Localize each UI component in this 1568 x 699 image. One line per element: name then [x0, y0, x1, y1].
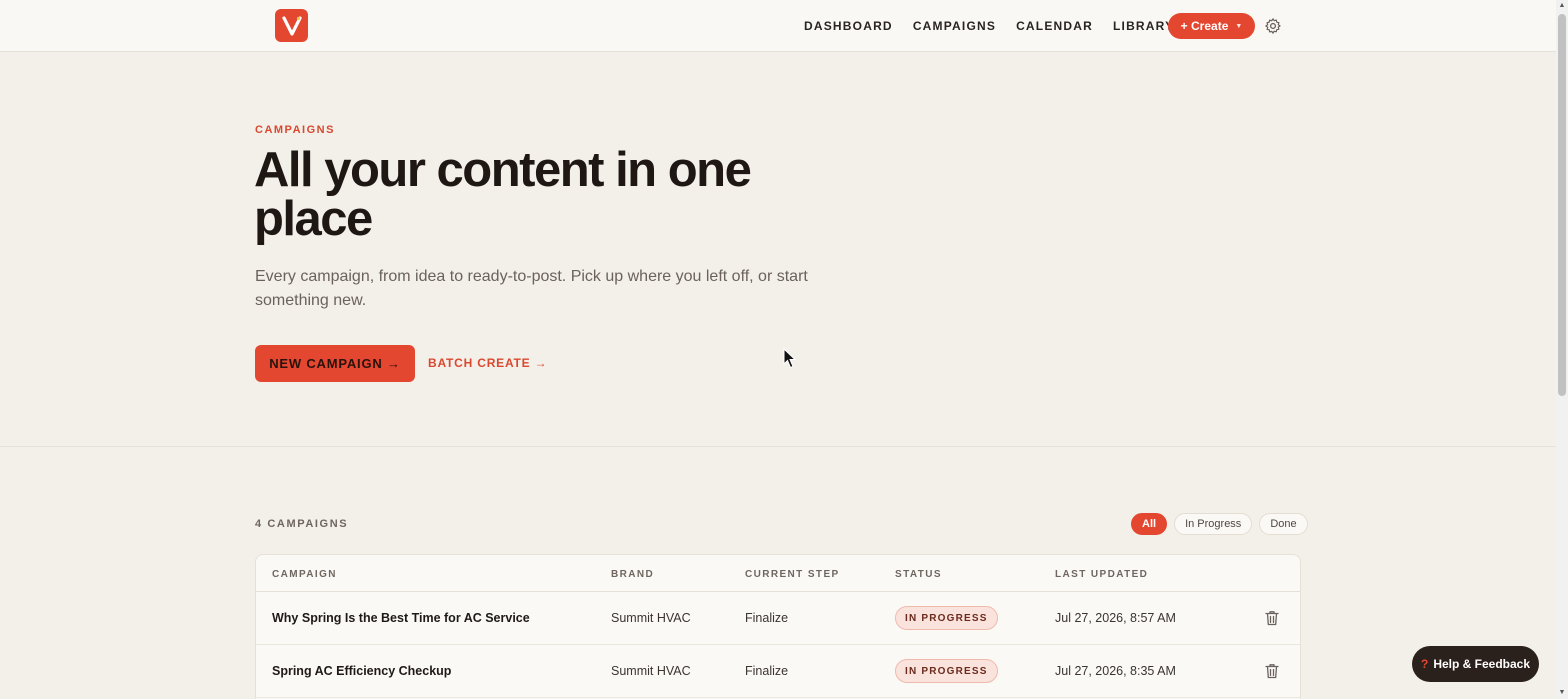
scroll-up-icon[interactable]: ▲: [1558, 2, 1566, 10]
question-icon: ?: [1420, 657, 1429, 671]
filter-done[interactable]: Done: [1259, 513, 1308, 535]
filter-all[interactable]: All: [1131, 513, 1168, 535]
chevron-down-icon: ▼: [1235, 22, 1243, 30]
filter-in-progress[interactable]: In Progress: [1174, 513, 1253, 535]
page-subtitle: Every campaign, from idea to ready-to-po…: [255, 268, 808, 309]
scroll-down-icon[interactable]: ▼: [1558, 689, 1566, 697]
table-row[interactable]: Spring AC Efficiency Checkup Summit HVAC…: [256, 645, 1300, 698]
new-campaign-button[interactable]: NEW CAMPAIGN →: [255, 345, 415, 382]
column-campaign[interactable]: CAMPAIGN: [272, 569, 337, 580]
campaign-step: Finalize: [745, 664, 789, 678]
campaign-count: 4 CAMPAIGNS: [255, 518, 349, 530]
nav-calendar[interactable]: CALENDAR: [1016, 19, 1093, 33]
campaigns-table: CAMPAIGN BRAND CURRENT STEP STATUS LAST …: [255, 554, 1301, 699]
page-eyebrow: CAMPAIGNS: [255, 124, 335, 136]
create-button-label: + Create: [1180, 19, 1229, 33]
nav-campaigns[interactable]: CAMPAIGNS: [913, 19, 996, 33]
scrollbar-thumb[interactable]: [1558, 14, 1566, 396]
trash-icon[interactable]: [1265, 663, 1279, 679]
page-title: All your content in one place: [254, 143, 752, 246]
status-badge: IN PROGRESS: [895, 659, 998, 683]
nav-library[interactable]: LIBRARY: [1113, 19, 1174, 33]
primary-nav: DASHBOARD CAMPAIGNS CALENDAR LIBRARY: [804, 0, 1174, 52]
campaign-brand: Summit HVAC: [611, 664, 691, 678]
app-logo[interactable]: [275, 9, 308, 42]
top-navbar: DASHBOARD CAMPAIGNS CALENDAR LIBRARY + C…: [0, 0, 1556, 52]
column-last-updated[interactable]: LAST UPDATED: [1055, 569, 1148, 580]
campaign-updated: Jul 27, 2026, 8:35 AM: [1055, 664, 1176, 678]
help-feedback-button[interactable]: ? Help & Feedback: [1412, 646, 1539, 682]
trash-icon[interactable]: [1265, 610, 1279, 626]
campaign-step: Finalize: [745, 611, 789, 625]
logo-v-icon: [281, 15, 302, 36]
campaign-title[interactable]: Spring AC Efficiency Checkup: [272, 664, 451, 678]
campaign-brand: Summit HVAC: [611, 611, 691, 625]
table-row[interactable]: Why Spring Is the Best Time for AC Servi…: [256, 592, 1300, 645]
batch-create-link[interactable]: BATCH CREATE →: [428, 356, 547, 370]
campaign-title[interactable]: Why Spring Is the Best Time for AC Servi…: [272, 611, 530, 625]
page-scrollbar[interactable]: ▲ ▼: [1556, 0, 1568, 699]
nav-dashboard[interactable]: DASHBOARD: [804, 19, 893, 33]
status-badge: IN PROGRESS: [895, 606, 998, 630]
column-current-step[interactable]: CURRENT STEP: [745, 569, 840, 580]
table-header: CAMPAIGN BRAND CURRENT STEP STATUS LAST …: [256, 555, 1300, 592]
gear-icon[interactable]: [1264, 17, 1282, 35]
help-feedback-label: Help & Feedback: [1433, 657, 1531, 671]
column-brand[interactable]: BRAND: [611, 569, 654, 580]
create-button[interactable]: + Create ▼: [1168, 13, 1255, 39]
campaign-updated: Jul 27, 2026, 8:57 AM: [1055, 611, 1176, 625]
column-status[interactable]: STATUS: [895, 569, 942, 580]
hero-divider: [0, 446, 1556, 447]
page: DASHBOARD CAMPAIGNS CALENDAR LIBRARY + C…: [0, 0, 1568, 699]
mouse-cursor-icon: [783, 348, 797, 369]
status-filters: All In Progress Done: [1131, 513, 1308, 535]
